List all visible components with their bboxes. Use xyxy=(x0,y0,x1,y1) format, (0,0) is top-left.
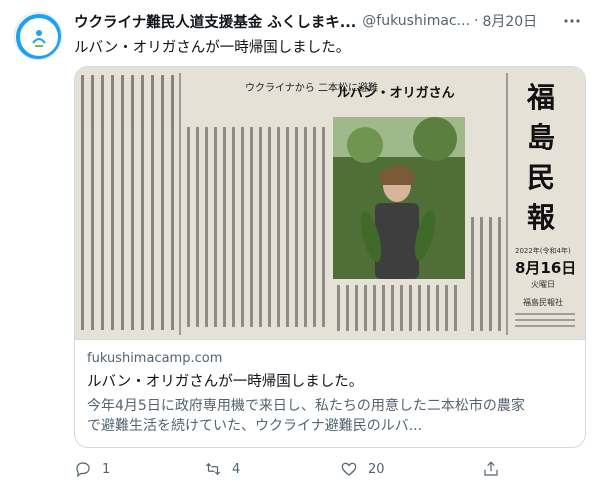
masthead-char-1: 福 xyxy=(526,81,555,114)
tweet-header: ウクライナ難民人道支援基金 ふくしまキ... @fukushimac... · … xyxy=(74,10,587,32)
reply-button[interactable]: 1 xyxy=(74,456,110,482)
card-description: 今年4月5日に政府専用機で来日し、私たちの用意した二本松市の農家 で避難生活を続… xyxy=(87,396,573,436)
logo-icon xyxy=(16,14,61,59)
masthead-char-4: 報 xyxy=(527,201,556,234)
retweet-button[interactable]: 4 xyxy=(204,456,240,482)
more-options-icon[interactable] xyxy=(561,10,583,32)
link-card[interactable]: ウクライナから 二本松に避難 ルバン・オリガさん 福 島 民 報 2022年(令… xyxy=(74,66,586,448)
separator-dot: · xyxy=(473,13,479,29)
retweet-count: 4 xyxy=(232,461,241,477)
tweet-text: ルバン・オリガさんが一時帰国しました。 xyxy=(74,40,351,56)
like-icon xyxy=(341,462,357,476)
issue-date: 8月16日 xyxy=(515,259,576,277)
headline-name: ルバン・オリガさん xyxy=(337,86,455,101)
reply-icon xyxy=(76,462,90,478)
avatar[interactable] xyxy=(14,12,62,60)
share-icon xyxy=(484,461,498,476)
issue-year: 2022年(令和4年) xyxy=(515,246,571,255)
newspaper-clipping-image: ウクライナから 二本松に避難 ルバン・オリガさん 福 島 民 報 2022年(令… xyxy=(75,67,585,339)
card-domain: fukushimacamp.com xyxy=(87,351,223,366)
card-title: ルバン・オリガさんが一時帰国しました。 xyxy=(87,374,364,390)
action-bar: 1 4 20 xyxy=(74,456,586,482)
issue-weekday: 火曜日 xyxy=(531,280,555,289)
author-name[interactable]: ウクライナ難民人道支援基金 ふくしまキ... xyxy=(74,11,356,32)
tweet[interactable]: ウクライナ難民人道支援基金 ふくしまキ... @fukushimac... · … xyxy=(0,0,601,491)
masthead-char-3: 民 xyxy=(527,161,555,194)
card-meta[interactable]: fukushimacamp.com ルバン・オリガさんが一時帰国しました。 今年… xyxy=(75,339,585,447)
card-image[interactable]: ウクライナから 二本松に避難 ルバン・オリガさん 福 島 民 報 2022年(令… xyxy=(75,67,585,339)
masthead-char-2: 島 xyxy=(527,121,555,154)
tweet-date[interactable]: 8月20日 xyxy=(482,11,537,31)
like-button[interactable]: 20 xyxy=(340,456,385,482)
author-handle[interactable]: @fukushimac... xyxy=(362,13,470,29)
card-description-line-1: 今年4月5日に政府専用機で来日し、私たちの用意した二本松市の農家 xyxy=(87,398,525,414)
retweet-icon xyxy=(205,462,221,476)
reply-count: 1 xyxy=(102,461,111,477)
card-description-line-2: で避難生活を続けていた、ウクライナ避難民のルバ... xyxy=(87,418,423,434)
publisher: 福島民報社 xyxy=(523,297,563,307)
share-button[interactable] xyxy=(482,456,500,482)
like-count: 20 xyxy=(368,461,385,477)
